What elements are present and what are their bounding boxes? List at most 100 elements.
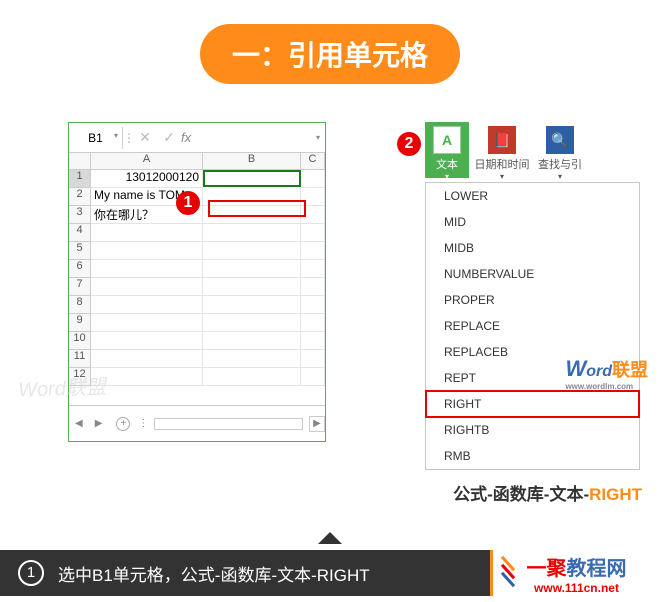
tab-next-icon[interactable]: ▶	[89, 418, 109, 429]
cell[interactable]	[91, 260, 203, 278]
cell[interactable]	[301, 224, 325, 242]
cell[interactable]	[301, 350, 325, 368]
cell[interactable]	[91, 332, 203, 350]
text-icon: A	[433, 126, 461, 154]
chevron-down-icon: ▾	[469, 172, 535, 181]
col-header-a[interactable]: A	[91, 153, 203, 169]
row-header[interactable]: 7	[69, 278, 91, 296]
row-header[interactable]: 4	[69, 224, 91, 242]
row-header[interactable]: 3	[69, 206, 91, 224]
formula-expand-icon[interactable]: ▾	[311, 133, 325, 142]
highlight-box-b1	[208, 200, 306, 217]
menu-item[interactable]: RMB	[426, 443, 639, 469]
row-header[interactable]: 2	[69, 188, 91, 206]
watermark-ord: ord	[586, 363, 612, 380]
cell[interactable]	[91, 296, 203, 314]
cell[interactable]	[203, 242, 301, 260]
cell[interactable]	[301, 260, 325, 278]
cell-selected[interactable]	[203, 170, 301, 187]
cell[interactable]	[91, 350, 203, 368]
content-area: B1 ⋮ ✕ ✓ fx ▾ A B C 113012000120 2My nam…	[0, 122, 660, 502]
cell[interactable]	[301, 368, 325, 386]
h-scrollbar[interactable]	[154, 418, 303, 430]
row-header[interactable]: 5	[69, 242, 91, 260]
column-headers: A B C	[69, 153, 325, 170]
search-icon: 🔍	[546, 126, 574, 154]
cell[interactable]: 13012000120	[91, 170, 203, 188]
cell[interactable]	[301, 314, 325, 332]
cancel-icon[interactable]: ✕	[133, 129, 157, 146]
cell[interactable]	[301, 242, 325, 260]
ribbon-text-button[interactable]: A 文本▾	[425, 122, 469, 178]
cell[interactable]	[301, 278, 325, 296]
ribbon-text-label: 文本	[436, 159, 458, 171]
cell[interactable]	[203, 314, 301, 332]
cell[interactable]	[203, 350, 301, 368]
ribbon-groups: A文本▾ 📕日期和时间▾ 🔍查找与引▾	[425, 122, 640, 178]
footer-text: 选中B1单元格，公式-函数库-文本-RIGHT	[58, 561, 370, 586]
cell[interactable]	[91, 314, 203, 332]
add-sheet-icon[interactable]: +	[116, 417, 130, 431]
tab-handle-icon[interactable]: ⋮	[138, 418, 148, 429]
breadcrumb-prefix: 公式-函数库-文本-	[453, 485, 589, 504]
menu-item-right[interactable]: RIGHT	[426, 391, 639, 417]
title-text: 一：引用单元格	[232, 40, 428, 71]
chevron-down-icon: ▾	[425, 172, 469, 181]
select-all-corner[interactable]	[69, 153, 91, 169]
menu-item[interactable]: RIGHTB	[426, 417, 639, 443]
menu-item[interactable]: PROPER	[426, 287, 639, 313]
menu-item[interactable]: LOWER	[426, 183, 639, 209]
cell[interactable]	[91, 224, 203, 242]
watermark-url: www.wordlm.com	[565, 382, 648, 391]
accept-icon[interactable]: ✓	[157, 129, 181, 146]
row-header[interactable]: 9	[69, 314, 91, 332]
breadcrumb-function: RIGHT	[589, 485, 642, 504]
calendar-icon: 📕	[488, 126, 516, 154]
title-badge: 一：引用单元格	[200, 24, 460, 84]
ribbon-date-button[interactable]: 📕日期和时间▾	[469, 122, 535, 178]
cell[interactable]	[203, 260, 301, 278]
row-header[interactable]: 11	[69, 350, 91, 368]
row-header[interactable]: 6	[69, 260, 91, 278]
cell[interactable]	[301, 332, 325, 350]
fx-icon[interactable]: fx	[181, 130, 207, 145]
cell[interactable]	[301, 296, 325, 314]
col-header-c[interactable]: C	[301, 153, 325, 169]
function-menu: LOWER MID MIDB NUMBERVALUE PROPER REPLAC…	[425, 182, 640, 470]
menu-item[interactable]: REPLACE	[426, 313, 639, 339]
cell[interactable]	[203, 368, 301, 386]
cell[interactable]	[203, 332, 301, 350]
watermark-union: 联盟	[612, 360, 648, 380]
menu-item[interactable]: MID	[426, 209, 639, 235]
breadcrumb: 公式-函数库-文本-RIGHT	[453, 480, 642, 505]
cell[interactable]	[203, 278, 301, 296]
col-header-b[interactable]: B	[203, 153, 301, 169]
row-header[interactable]: 8	[69, 296, 91, 314]
cell[interactable]	[91, 368, 203, 386]
logo-strokes-icon	[499, 558, 517, 586]
cell[interactable]	[203, 296, 301, 314]
row-header[interactable]: 1	[69, 170, 91, 188]
formula-bar: B1 ⋮ ✕ ✓ fx ▾	[69, 123, 325, 153]
sheet-tabs: ◀ ▶ + ⋮ ▶	[69, 405, 325, 441]
ribbon-find-label: 查找与引	[538, 159, 582, 171]
cell[interactable]	[91, 242, 203, 260]
scroll-right-icon[interactable]: ▶	[309, 416, 325, 432]
menu-item[interactable]: NUMBERVALUE	[426, 261, 639, 287]
footer-step-number: 1	[18, 560, 44, 586]
logo-rest: 教程网	[567, 558, 627, 580]
menu-item[interactable]: MIDB	[426, 235, 639, 261]
worksheet: A B C 113012000120 2My name is TOM. 3你在哪…	[69, 153, 325, 386]
logo-text: 一聚教程网	[527, 552, 627, 581]
ribbon: A文本▾ 📕日期和时间▾ 🔍查找与引▾ LOWER MID MIDB NUMBE…	[425, 122, 640, 470]
logo-url: www.111cn.net	[534, 581, 619, 595]
name-box[interactable]: B1	[69, 127, 123, 149]
cell[interactable]	[301, 170, 325, 188]
ribbon-find-button[interactable]: 🔍查找与引▾	[535, 122, 585, 178]
tab-prev-icon[interactable]: ◀	[69, 418, 89, 429]
excel-panel: B1 ⋮ ✕ ✓ fx ▾ A B C 113012000120 2My nam…	[68, 122, 326, 442]
watermark-wordlm: Word联盟	[18, 370, 107, 402]
row-header[interactable]: 10	[69, 332, 91, 350]
cell[interactable]	[91, 278, 203, 296]
cell[interactable]	[203, 224, 301, 242]
